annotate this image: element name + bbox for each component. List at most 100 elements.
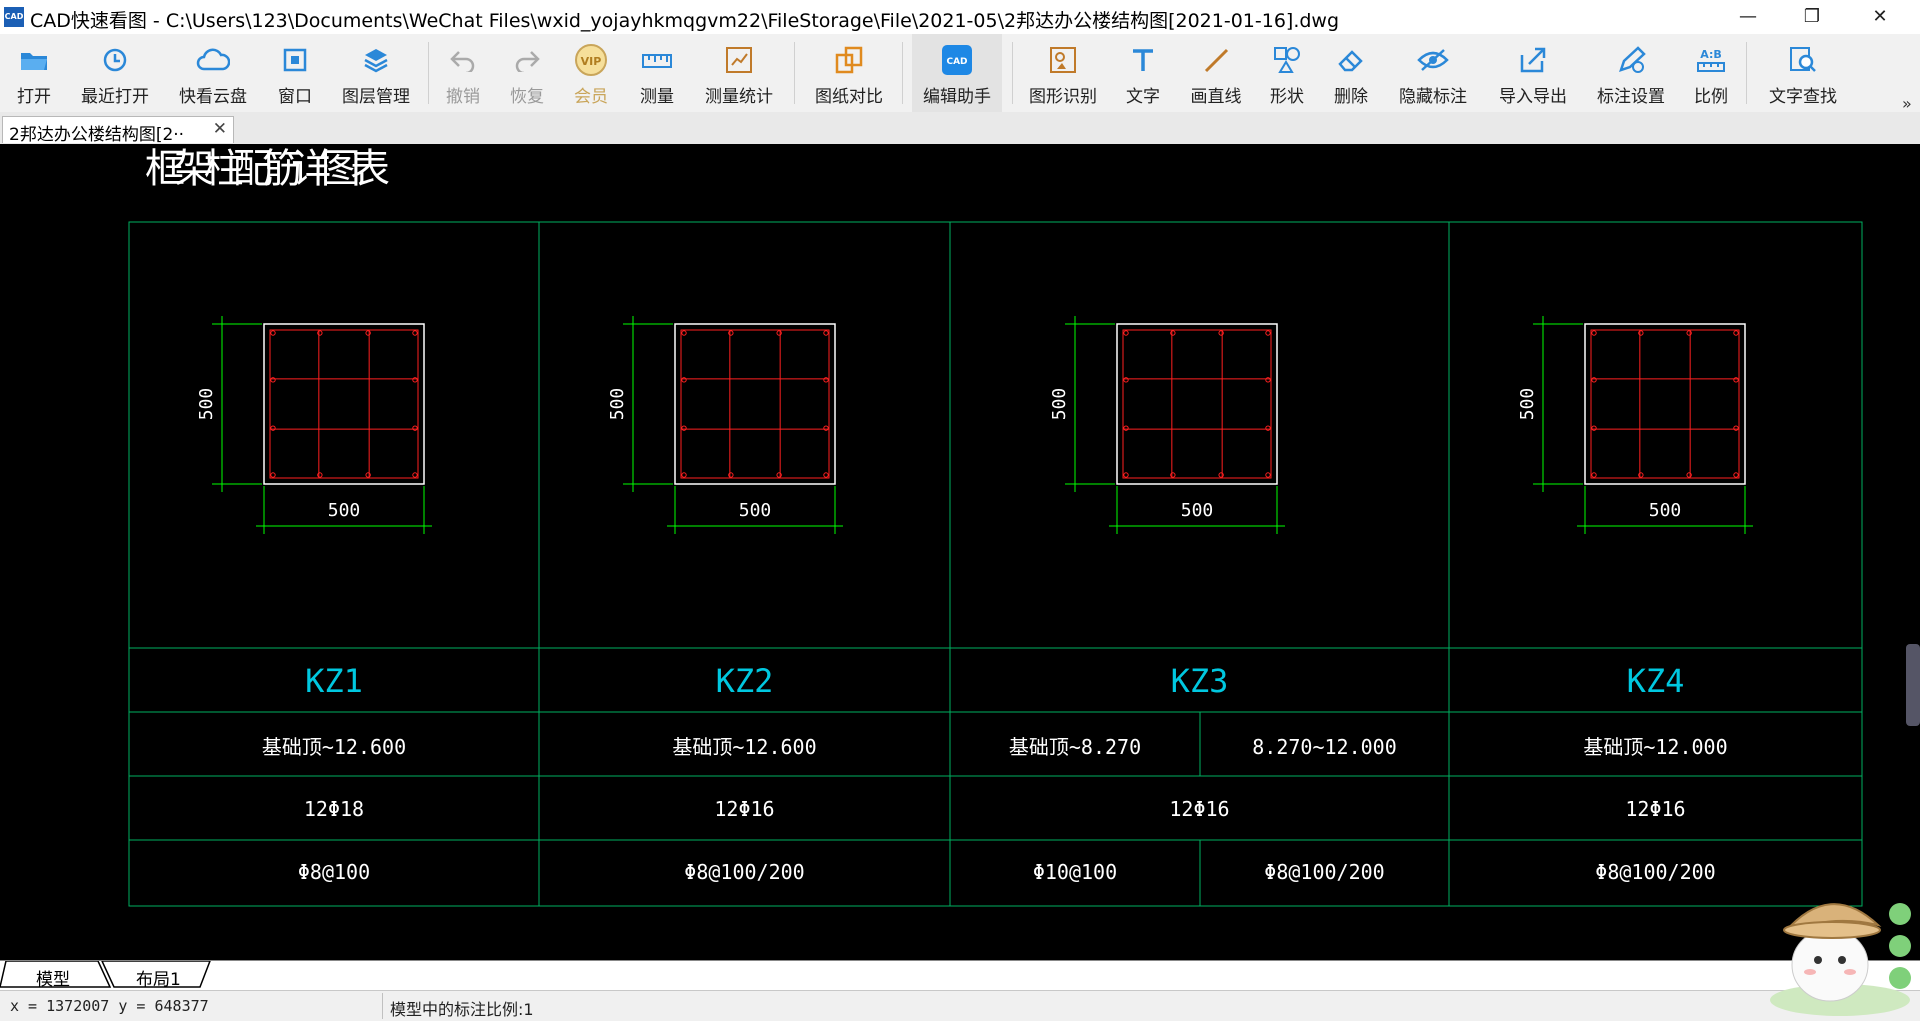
scale-button[interactable]: A:B 比例 <box>1688 34 1734 112</box>
stirrups-text: Φ8@100/200 <box>684 860 804 884</box>
hide-annotation-button[interactable]: 隐藏标注 <box>1394 34 1472 112</box>
rebar-bar <box>823 330 829 336</box>
stirrups-text: Φ8@100/200 <box>1595 860 1715 884</box>
minimize-button[interactable]: — <box>1720 0 1776 34</box>
toolbar-separator <box>794 42 795 104</box>
text-tool-button[interactable]: 文字 <box>1120 34 1166 112</box>
stirrups-text: Φ8@100/200 <box>1264 860 1384 884</box>
tab-model[interactable]: 模型 <box>36 965 70 990</box>
rebar-bar <box>1265 472 1271 478</box>
toolbar-label: 快看云盘 <box>179 87 247 107</box>
rebar-bar <box>1123 472 1129 478</box>
drawing-canvas[interactable]: 框架柱配筋详图表 500 500 KZ1 12Φ18 基础顶~12.600 Φ8@100 50… <box>0 144 1920 960</box>
rebar-bar <box>1265 425 1271 431</box>
column-section <box>674 323 836 485</box>
document-tab[interactable]: 2邦达办公楼结构图[2·· ✕ <box>2 116 234 145</box>
vip-badge-text: VIP <box>581 55 602 68</box>
app-logo-icon: CAD <box>4 7 24 27</box>
rebar-bar <box>1591 330 1597 336</box>
rebar-bar <box>1265 330 1271 336</box>
rebar-bar <box>270 425 276 431</box>
toolbar-label: 窗口 <box>278 87 312 107</box>
toolbar-label: 文字 <box>1126 87 1160 107</box>
shapes-button[interactable]: 形状 <box>1264 34 1310 112</box>
vip-button[interactable]: VIP 会员 <box>568 34 614 112</box>
side-panel-handle[interactable] <box>1906 644 1920 726</box>
layer-management-button[interactable]: 图层管理 <box>336 34 416 112</box>
dimension-text-vertical: 500 <box>1517 388 1538 421</box>
rebar-bar <box>1591 377 1597 383</box>
column-name: KZ3 <box>1171 662 1229 700</box>
column-name: KZ1 <box>305 662 363 700</box>
column-section <box>1116 323 1278 485</box>
rebar-bar <box>681 377 687 383</box>
undo-button[interactable]: 撤销 <box>440 34 486 112</box>
shape-recognize-button[interactable]: 图形识别 <box>1024 34 1102 112</box>
vip-icon: VIP <box>574 42 608 78</box>
stirrup-outer <box>1590 329 1740 479</box>
text-search-button[interactable]: 文字查找 <box>1764 34 1842 112</box>
annotation-settings-icon <box>1616 42 1646 78</box>
toolbar-label: 形状 <box>1270 87 1304 107</box>
open-button[interactable]: 打开 <box>8 34 60 112</box>
window-button[interactable]: 窗口 <box>272 34 318 112</box>
rebar-bar <box>681 425 687 431</box>
line-icon <box>1202 42 1230 78</box>
delete-button[interactable]: 删除 <box>1328 34 1374 112</box>
assistant-mascot[interactable] <box>1760 870 1920 1020</box>
measure-button[interactable]: 测量 <box>634 34 680 112</box>
rebar-bar <box>1265 377 1271 383</box>
measure-stats-button[interactable]: 测量统计 <box>700 34 778 112</box>
toolbar-label: 删除 <box>1334 87 1368 107</box>
eraser-icon <box>1336 42 1366 78</box>
drawing-compare-button[interactable]: 图纸对比 <box>810 34 888 112</box>
rebar-bar <box>681 472 687 478</box>
rebar-bar <box>270 330 276 336</box>
draw-line-button[interactable]: 画直线 <box>1186 34 1246 112</box>
toolbar-separator <box>428 42 429 104</box>
dimension-text-horizontal: 500 <box>739 500 772 521</box>
rebar-bar <box>1686 330 1692 336</box>
text-search-icon <box>1788 42 1818 78</box>
main-bars-text: 12Φ16 <box>1625 797 1685 821</box>
document-tab-label: 2邦达办公楼结构图[2·· <box>9 125 185 145</box>
scale-badge-text: A:B <box>1700 48 1722 61</box>
toolbar-label: 测量 <box>640 87 674 107</box>
rebar-bar <box>1123 330 1129 336</box>
rebar-bar <box>270 472 276 478</box>
redo-button[interactable]: 恢复 <box>504 34 550 112</box>
import-export-button[interactable]: 导入导出 <box>1494 34 1572 112</box>
toolbar-label: 图形识别 <box>1029 87 1097 107</box>
rebar-bar <box>412 425 418 431</box>
rebar-bar <box>1638 472 1644 478</box>
stirrup-outer <box>680 329 830 479</box>
annotation-settings-button[interactable]: 标注设置 <box>1592 34 1670 112</box>
rebar-bar <box>412 377 418 383</box>
toolbar-label: 比例 <box>1694 87 1728 107</box>
edit-assistant-badge-text: CAD <box>946 57 967 67</box>
edit-assistant-button[interactable]: CAD 编辑助手 <box>912 34 1002 112</box>
column-name: KZ2 <box>716 662 774 700</box>
rebar-bar <box>1591 425 1597 431</box>
close-tab-icon[interactable]: ✕ <box>213 119 227 139</box>
rebar-bar <box>365 472 371 478</box>
restore-button[interactable]: ❐ <box>1784 0 1840 34</box>
rebar-bar <box>1733 377 1739 383</box>
rebar-bar <box>317 330 323 336</box>
toolbar-separator <box>1746 42 1747 104</box>
rebar-bar <box>1638 330 1644 336</box>
close-button[interactable]: ✕ <box>1852 0 1908 34</box>
rebar-bar <box>1686 472 1692 478</box>
toolbar-more-button[interactable]: » <box>1902 94 1912 113</box>
tab-layout1[interactable]: 布局1 <box>136 965 181 990</box>
cloud-drive-button[interactable]: 快看云盘 <box>172 34 254 112</box>
rebar-bar <box>1733 425 1739 431</box>
rebar-bar <box>823 472 829 478</box>
redo-icon <box>513 42 541 78</box>
recent-open-button[interactable]: 最近打开 <box>74 34 156 112</box>
rebar-bar <box>412 330 418 336</box>
shapes-icon <box>1272 42 1302 78</box>
main-bars-text: 12Φ16 <box>1169 797 1229 821</box>
elevation-text: 基础顶~12.600 <box>672 735 816 759</box>
rebar-bar <box>365 330 371 336</box>
